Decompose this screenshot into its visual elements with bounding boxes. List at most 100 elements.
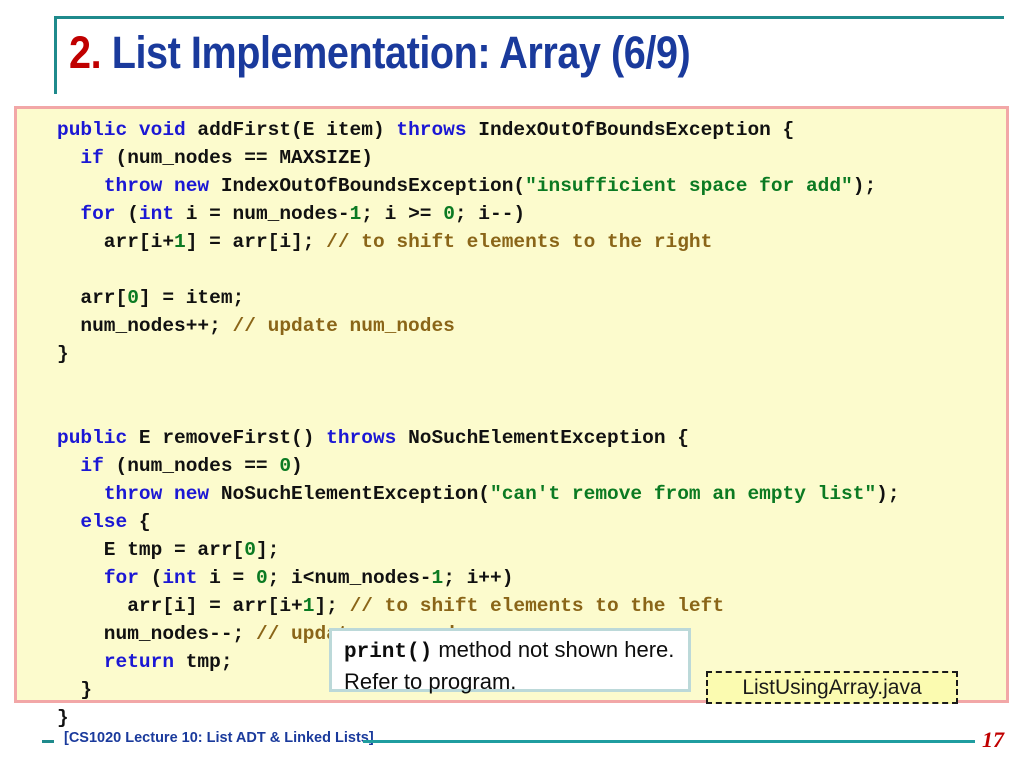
code-token-cmt: // to shift elements to the right <box>326 231 713 253</box>
code-token-kw: else <box>80 511 128 533</box>
code-token-kw: int <box>138 203 175 225</box>
code-token-pln: arr[ <box>57 287 128 309</box>
code-token-pln: addFirst(E item) <box>185 119 397 141</box>
code-line: arr[0] = item; <box>57 284 900 312</box>
code-token-pln: ; i >= <box>361 203 444 225</box>
code-token-pln: (num_nodes == <box>103 455 280 477</box>
code-token-str: "can't remove from an empty list" <box>490 483 877 505</box>
code-token-kw: for <box>80 203 116 225</box>
code-line: else { <box>57 508 900 536</box>
code-token-pln <box>57 651 104 673</box>
source-file-tag: ListUsingArray.java <box>706 671 958 704</box>
footer-rule <box>363 740 975 743</box>
code-line: } <box>57 704 900 732</box>
code-line: } <box>57 340 900 368</box>
code-token-pln: ); <box>876 483 900 505</box>
code-token-kw: return <box>103 651 175 673</box>
print-method-name: print() <box>344 641 433 664</box>
page-number: 17 <box>982 727 1004 752</box>
code-token-num: 1 <box>431 567 444 589</box>
code-token-pln: arr[i+ <box>57 231 175 253</box>
code-token-pln: E removeFirst() <box>127 427 327 449</box>
code-token-pln: i = num_nodes- <box>174 203 350 225</box>
code-line: for (int i = 0; i<num_nodes-1; i++) <box>57 564 900 592</box>
code-token-kw: public <box>57 427 128 449</box>
code-token-pln: ]; <box>314 595 350 617</box>
code-token-pln: num_nodes--; <box>57 623 256 645</box>
code-token-pln <box>57 147 80 169</box>
code-token-kw: for <box>103 567 139 589</box>
code-token-pln: (num_nodes == MAXSIZE) <box>103 147 373 169</box>
code-token-kw: throw new <box>103 483 210 505</box>
code-token-pln <box>57 455 80 477</box>
print-method-note-callout: print() method not shown here. Refer to … <box>329 628 691 694</box>
code-token-pln <box>57 567 104 589</box>
code-line: public E removeFirst() throws NoSuchElem… <box>57 424 900 452</box>
code-token-pln: E tmp = arr[ <box>57 539 245 561</box>
code-token-pln: ]; <box>255 539 280 561</box>
code-token-pln: ] = item; <box>138 287 245 309</box>
code-token-kw: if <box>80 147 104 169</box>
code-token-num: 0 <box>255 567 268 589</box>
code-line: E tmp = arr[0]; <box>57 536 900 564</box>
code-token-pln <box>57 203 80 225</box>
code-token-pln: NoSuchElementException { <box>396 427 689 449</box>
code-token-kw: public void <box>57 119 186 141</box>
code-line: arr[i] = arr[i+1]; // to shift elements … <box>57 592 900 620</box>
code-token-pln: arr[i] = arr[i+ <box>57 595 303 617</box>
code-token-cmt: // to shift elements to the left <box>349 595 725 617</box>
code-token-kw: if <box>80 455 104 477</box>
code-token-pln: { <box>127 511 151 533</box>
code-line: if (num_nodes == 0) <box>57 452 900 480</box>
code-token-num: 0 <box>443 203 455 225</box>
code-token-cmt: // update num_nodes <box>232 315 455 337</box>
code-line: for (int i = num_nodes-1; i >= 0; i--) <box>57 200 900 228</box>
code-token-pln: } <box>57 707 69 729</box>
code-token-pln: } <box>57 679 93 701</box>
code-token-pln: ; i--) <box>454 203 526 225</box>
code-token-num: 1 <box>174 231 186 253</box>
code-token-kw: throw new <box>103 175 210 197</box>
code-token-pln <box>57 511 80 533</box>
code-token-num: 1 <box>349 203 362 225</box>
code-token-pln: num_nodes++; <box>57 315 233 337</box>
code-token-pln: ) <box>291 455 303 477</box>
code-line: num_nodes++; // update num_nodes <box>57 312 900 340</box>
code-line: public void addFirst(E item) throws Inde… <box>57 116 900 144</box>
page-title-number: 2. <box>69 27 102 78</box>
code-token-pln: ; i<num_nodes- <box>267 567 432 589</box>
code-token-pln: ( <box>115 203 139 225</box>
code-token-num: 0 <box>244 539 256 561</box>
code-token-pln: ( <box>138 567 163 589</box>
code-token-pln: } <box>57 343 69 365</box>
code-line: if (num_nodes == MAXSIZE) <box>57 144 900 172</box>
code-token-pln: IndexOutOfBoundsException { <box>466 119 795 141</box>
code-line: arr[i+1] = arr[i]; // to shift elements … <box>57 228 900 256</box>
code-token-num: 0 <box>279 455 292 477</box>
code-token-pln: ] = arr[i]; <box>185 231 327 253</box>
page-title: 2. List Implementation: Array (6/9) <box>69 25 691 81</box>
footer-dash-icon <box>42 740 54 743</box>
code-token-num: 0 <box>127 287 139 309</box>
code-line: throw new IndexOutOfBoundsException("ins… <box>57 172 900 200</box>
footer-lecture-label: [CS1020 Lecture 10: List ADT & Linked Li… <box>64 730 374 746</box>
code-token-pln: NoSuchElementException( <box>209 483 490 505</box>
code-token-pln <box>57 175 104 197</box>
code-token-str: "insufficient space for add" <box>525 175 853 197</box>
code-token-pln: tmp; <box>174 651 233 673</box>
code-token-kw: throws <box>326 427 397 449</box>
code-token-num: 1 <box>302 595 315 617</box>
code-token-pln: ); <box>852 175 877 197</box>
code-token-pln: IndexOutOfBoundsException( <box>209 175 526 197</box>
code-token-pln: i = <box>197 567 256 589</box>
page-title-text: List Implementation: Array (6/9) <box>101 27 691 78</box>
code-token-kw: throws <box>396 119 467 141</box>
title-accent-border: 2. List Implementation: Array (6/9) <box>54 16 1004 94</box>
code-token-pln <box>57 483 104 505</box>
code-line: throw new NoSuchElementException("can't … <box>57 480 900 508</box>
code-token-kw: int <box>162 567 198 589</box>
code-panel: public void addFirst(E item) throws Inde… <box>14 106 1009 729</box>
